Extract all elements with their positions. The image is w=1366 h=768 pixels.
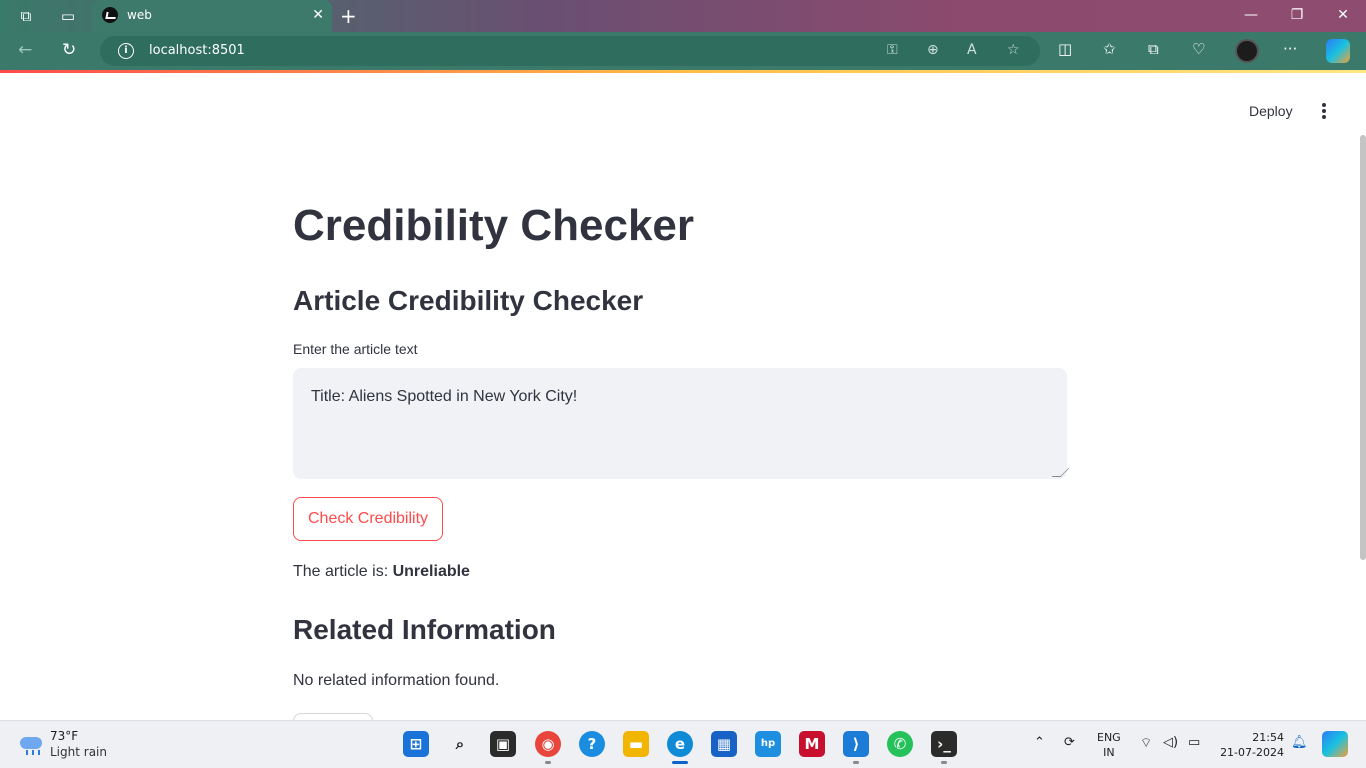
star-icon[interactable]: ☆ (1007, 42, 1020, 58)
chrome-icon[interactable]: ◉ (535, 731, 561, 757)
result-prefix: The article is: (293, 563, 393, 580)
search-icon[interactable]: ⌕ (447, 731, 473, 757)
myhp-icon[interactable]: hp (755, 731, 781, 757)
partial-button[interactable] (293, 713, 373, 720)
lang-bottom: IN (1103, 746, 1115, 759)
sync-icon[interactable]: ⟳ (1064, 735, 1075, 750)
kebab-menu-icon[interactable] (1316, 101, 1332, 121)
help-icon[interactable]: ? (579, 731, 605, 757)
browser-tab-strip: ⧉ ▭ web ✕ + — ❐ ✕ (0, 0, 1366, 32)
zoom-icon[interactable]: ⊕ (927, 42, 939, 58)
wifi-icon[interactable]: ⌔ (1140, 735, 1152, 751)
deploy-button[interactable]: Deploy (1237, 101, 1305, 121)
article-input-label: Enter the article text (293, 341, 418, 357)
favorites-icon[interactable]: ✩ (1103, 40, 1116, 58)
copilot-icon[interactable] (1326, 39, 1350, 63)
clock-time: 21:54 (1252, 731, 1284, 744)
language-indicator[interactable]: ENG IN (1097, 730, 1121, 760)
credibility-result: The article is: Unreliable (293, 563, 470, 581)
window-close-icon[interactable]: ✕ (1320, 7, 1366, 23)
minimize-icon[interactable]: — (1228, 7, 1274, 23)
copilot-taskbar-icon[interactable] (1322, 731, 1348, 757)
back-arrow-icon[interactable]: ← (18, 40, 32, 60)
whatsapp-icon[interactable]: ✆ (887, 731, 913, 757)
store-icon[interactable]: ▦ (711, 731, 737, 757)
vscode-icon[interactable]: ⟩ (843, 731, 869, 757)
weather-temp[interactable]: 73°F (50, 729, 78, 743)
result-value: Unreliable (392, 563, 470, 580)
clock-date: 21-07-2024 (1220, 746, 1284, 759)
app-page: Deploy Credibility Checker Article Credi… (0, 73, 1366, 720)
url-text[interactable]: localhost:8501 (149, 43, 245, 58)
weather-desc[interactable]: Light rain (50, 745, 107, 759)
edge-icon[interactable]: e (667, 731, 693, 757)
start-icon[interactable]: ⊞ (403, 731, 429, 757)
related-info-text: No related information found. (293, 672, 500, 689)
streamlit-favicon-icon (102, 7, 118, 23)
browser-tab-active[interactable]: web ✕ (92, 0, 332, 32)
restore-icon[interactable]: ❐ (1274, 7, 1320, 23)
terminal-icon[interactable]: ›_ (931, 731, 957, 757)
collections-icon[interactable]: ⧉ (1148, 40, 1159, 58)
task-view-icon[interactable]: ▣ (490, 731, 516, 757)
file-explorer-icon[interactable]: ▬ (623, 731, 649, 757)
address-bar[interactable]: i localhost:8501 ⚿ ⊕ A ☆ (100, 36, 1040, 66)
tab-title: web (127, 8, 152, 22)
settings-more-icon[interactable]: ··· (1283, 40, 1297, 58)
new-tab-icon[interactable]: + (340, 4, 357, 28)
workspaces-icon[interactable]: ⧉ (16, 6, 36, 26)
lang-top: ENG (1097, 731, 1121, 744)
key-icon[interactable]: ⚿ (887, 42, 898, 58)
page-title: Credibility Checker (293, 201, 695, 250)
profile-avatar[interactable] (1235, 39, 1259, 63)
system-clock[interactable]: 21:54 21-07-2024 (1220, 730, 1284, 760)
mcafee-icon[interactable]: M (799, 731, 825, 757)
tab-close-icon[interactable]: ✕ (312, 7, 324, 23)
check-credibility-button[interactable]: Check Credibility (293, 497, 444, 541)
battery-icon[interactable]: ▭ (1188, 735, 1200, 750)
browser-toolbar: ← ↻ i localhost:8501 ⚿ ⊕ A ☆ ◫ ✩ ⧉ ♡ ··· (0, 32, 1366, 70)
tab-actions-icon[interactable]: ▭ (58, 6, 78, 26)
browser-essentials-icon[interactable]: ♡ (1192, 40, 1205, 58)
site-info-icon[interactable]: i (118, 43, 134, 59)
article-text-input[interactable]: Title: Aliens Spotted in New York City! (293, 368, 1067, 479)
split-screen-icon[interactable]: ◫ (1058, 40, 1072, 58)
related-info-heading: Related Information (293, 614, 556, 645)
section-heading: Article Credibility Checker (293, 285, 644, 316)
weather-rain-icon[interactable] (18, 733, 44, 755)
windows-taskbar: 73°F Light rain ⊞ ⌕ ▣ ◉ ? ▬ e ▦ hp M ⟩ ✆… (0, 720, 1366, 768)
chevron-up-icon[interactable]: ⌃ (1034, 735, 1045, 750)
read-aloud-icon[interactable]: A (967, 42, 977, 58)
page-scrollbar[interactable] (1360, 135, 1366, 560)
refresh-icon[interactable]: ↻ (62, 40, 76, 60)
notification-bell-icon[interactable]: 🔔︎ (1291, 735, 1308, 750)
volume-icon[interactable]: ◁) (1163, 735, 1178, 750)
